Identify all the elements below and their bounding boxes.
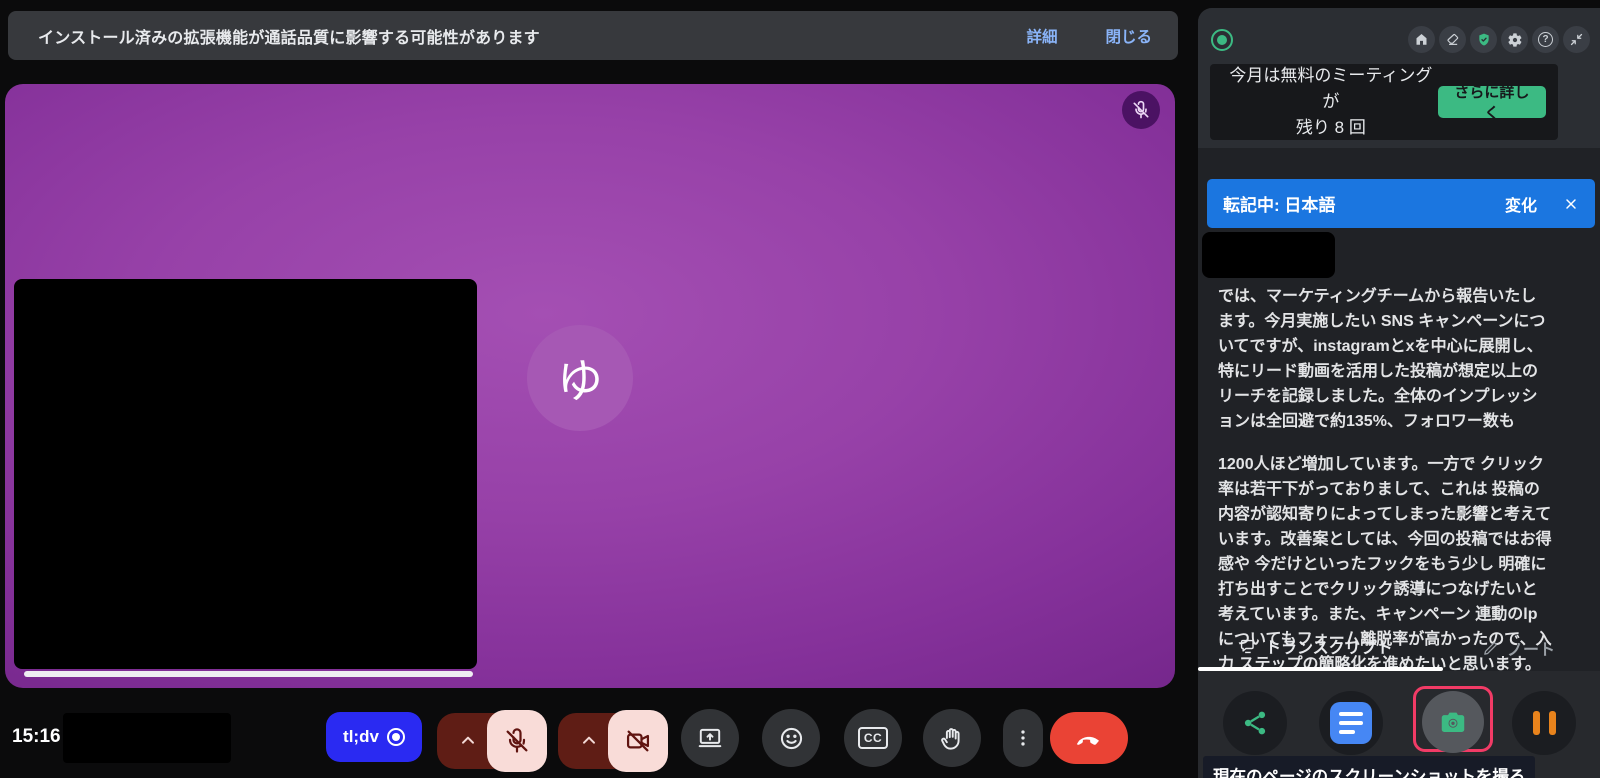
record-icon [387, 728, 405, 746]
mic-off-icon [503, 727, 531, 755]
eraser-icon [1445, 32, 1460, 47]
details-link[interactable]: 詳細 [1026, 25, 1057, 47]
more-options-icon [1012, 727, 1034, 749]
tab-transcript[interactable]: トランスクリプト [1238, 634, 1393, 658]
redacted-screen-share-underline [24, 671, 473, 677]
help-button[interactable]: ? [1532, 26, 1559, 53]
avatar-initial: ゆ [557, 345, 603, 411]
collapse-icon [1569, 32, 1584, 47]
promo-line1: 今月は無料のミーティングが [1224, 63, 1438, 115]
sidebar-header-icons: ? [1408, 26, 1590, 53]
shield-check-icon [1476, 32, 1492, 48]
chevron-up-icon [458, 731, 478, 751]
participant-muted-badge [1122, 91, 1160, 129]
avatar: ゆ [527, 325, 633, 431]
captions-icon: CC [858, 727, 888, 749]
home-button[interactable] [1408, 26, 1435, 53]
captions-button[interactable]: CC [844, 709, 902, 767]
notification-message: インストール済みの拡張機能が通話品質に影響する可能性があります [38, 24, 978, 48]
redacted-speaker-name [1202, 232, 1335, 278]
help-icon: ? [1538, 32, 1553, 47]
promo-line2: 残り 8 回 [1224, 115, 1438, 141]
settings-button[interactable] [1501, 26, 1528, 53]
redacted-meeting-name [63, 713, 231, 763]
transcript-paragraph: では、マーケティングチームから報告いたします。今月実施したい SNS キャンペー… [1218, 284, 1552, 434]
share-icon [1240, 708, 1270, 738]
extension-sidebar: ? 今月は無料のミーティングが 残り 8 回 さらに詳しく 転記中: 日本語 変… [1198, 8, 1600, 778]
notification-banner: インストール済みの拡張機能が通話品質に影響する可能性があります 詳細 閉じる [8, 11, 1178, 60]
google-meet-window: インストール済みの拡張機能が通話品質に影響する可能性があります 詳細 閉じる ゆ… [0, 0, 1600, 778]
tldv-button[interactable]: tl;dv [326, 712, 422, 762]
camera-icon [1438, 707, 1468, 737]
screenshot-tooltip: 現在のページのスクリーンショットを撮る [1203, 756, 1535, 778]
camera-off-icon [624, 727, 652, 755]
forum-icon [1238, 637, 1257, 656]
pause-recording-button[interactable] [1512, 691, 1576, 755]
reactions-button[interactable] [762, 709, 820, 767]
raise-hand-icon [939, 725, 966, 752]
home-icon [1414, 32, 1429, 47]
collapse-button[interactable] [1563, 26, 1590, 53]
notes-document-button[interactable] [1319, 691, 1383, 755]
present-screen-button[interactable] [681, 709, 739, 767]
promo-banner: 今月は無料のミーティングが 残り 8 回 さらに詳しく [1210, 64, 1558, 140]
end-call-button[interactable] [1050, 712, 1128, 764]
tldv-label: tl;dv [343, 727, 379, 747]
promo-text: 今月は無料のミーティングが 残り 8 回 [1224, 63, 1438, 141]
mic-off-icon [1131, 100, 1151, 120]
privacy-button[interactable] [1470, 26, 1497, 53]
redacted-screen-share [14, 279, 477, 669]
sidebar-header: ? 今月は無料のミーティングが 残り 8 回 さらに詳しく [1198, 8, 1600, 148]
camera-toggle-button[interactable] [608, 710, 668, 772]
share-button[interactable] [1223, 691, 1287, 755]
transcribing-bar: 転記中: 日本語 変化 [1207, 179, 1595, 228]
screenshot-button[interactable] [1422, 691, 1484, 753]
gear-icon [1507, 32, 1523, 48]
recording-indicator-icon [1211, 29, 1233, 51]
close-icon [1563, 196, 1579, 212]
learn-more-button[interactable]: さらに詳しく [1438, 86, 1546, 118]
pencil-icon [1482, 640, 1499, 657]
tab-notes-label: ノート [1507, 636, 1555, 660]
tab-transcript-label: トランスクリプト [1265, 634, 1393, 658]
mic-toggle-button[interactable] [487, 710, 547, 772]
transcript-text: では、マーケティングチームから報告いたします。今月実施したい SNS キャンペー… [1218, 284, 1552, 727]
end-call-icon [1074, 723, 1104, 753]
close-link[interactable]: 閉じる [1105, 25, 1152, 47]
change-language-link[interactable]: 変化 [1505, 192, 1537, 216]
pause-icon [1533, 711, 1556, 735]
docs-icon [1330, 702, 1372, 744]
close-transcribing-button[interactable] [1563, 196, 1579, 212]
transcribing-label: 転記中: 日本語 [1223, 191, 1335, 216]
eraser-button[interactable] [1439, 26, 1466, 53]
clock: 15:16 [12, 726, 61, 748]
tab-notes[interactable]: ノート [1482, 636, 1555, 660]
emoji-icon [778, 725, 805, 752]
more-options-button[interactable] [1003, 709, 1043, 767]
present-screen-icon [697, 725, 723, 751]
chevron-up-icon [579, 731, 599, 751]
raise-hand-button[interactable] [923, 709, 981, 767]
